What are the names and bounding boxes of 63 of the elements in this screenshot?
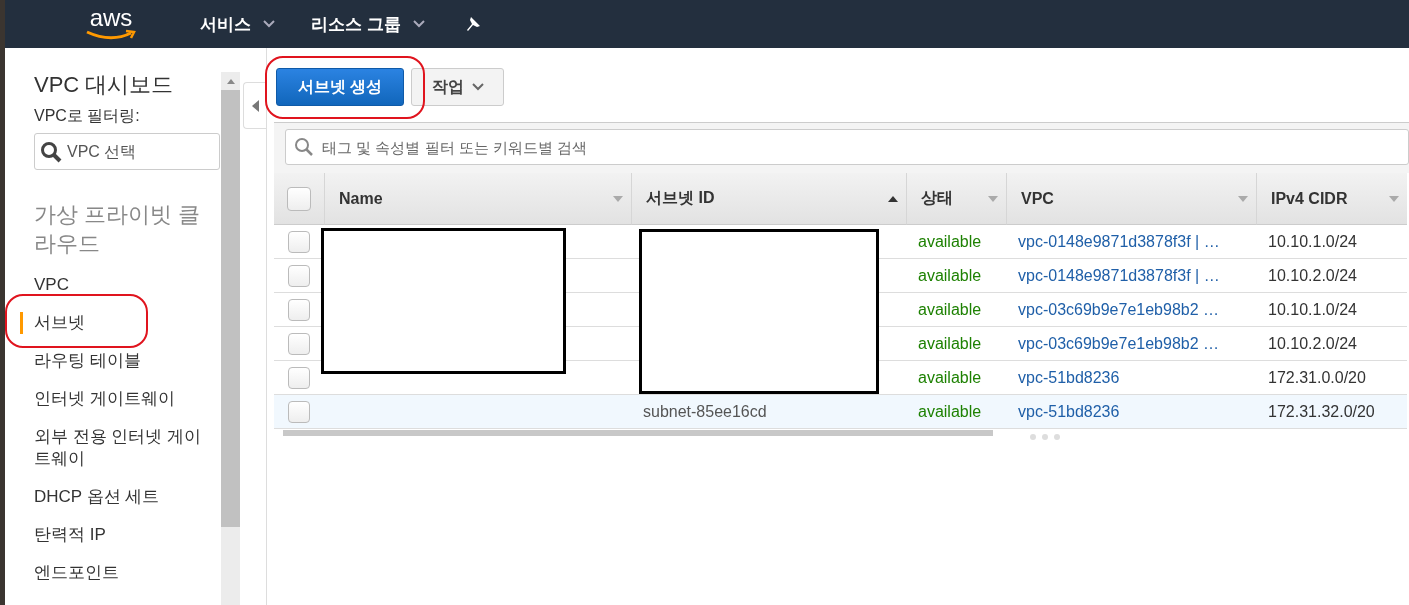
table-cell: subnet-85ee16cd — [643, 402, 767, 421]
sidebar-item[interactable]: 서브넷 — [20, 312, 214, 334]
table-cell: 10.10.1.0/24 — [1268, 300, 1357, 319]
row-checkbox[interactable] — [288, 332, 310, 355]
sidebar-item[interactable]: 엔드포인트 — [20, 562, 214, 584]
row-checkbox[interactable] — [288, 298, 310, 321]
search-icon — [294, 137, 314, 157]
collapse-button[interactable] — [243, 82, 266, 129]
vpc-link[interactable]: vpc-0148e9871d3878f3f | … — [1018, 266, 1220, 285]
status-text: available — [918, 232, 982, 251]
sidebar-item[interactable]: VPC — [20, 274, 214, 296]
row-checkbox[interactable] — [288, 366, 310, 389]
caret-left-icon — [251, 99, 259, 112]
chevron-down-icon — [412, 20, 425, 28]
table-cell: 10.10.1.0/24 — [1268, 232, 1357, 251]
horizontal-scrollbar[interactable] — [283, 430, 993, 436]
vpc-link[interactable]: vpc-03c69b9e7e1eb98b2 … — [1018, 300, 1220, 319]
create-subnet-button[interactable]: 서브넷 생성 — [276, 68, 404, 106]
nav-menu[interactable]: 리소스 그룹 — [311, 12, 425, 36]
table-cell: 10.10.2.0/24 — [1268, 266, 1357, 285]
vpc-link[interactable]: vpc-0148e9871d3878f3f | … — [1018, 232, 1220, 251]
status-text: available — [918, 368, 982, 387]
table-cell: 10.10.2.0/24 — [1268, 334, 1357, 353]
aws-logo[interactable]: aws — [89, 7, 133, 29]
vpc-link[interactable]: vpc-51bd8236 — [1018, 402, 1120, 421]
column-header[interactable]: 서브넷 ID — [631, 173, 906, 225]
section-heading: 가상 프라이빗 클라우드 — [34, 201, 202, 258]
status-text: available — [918, 266, 982, 285]
status-text: available — [918, 402, 982, 421]
filter-label: VPC로 필터링: — [34, 106, 141, 126]
more-dots-icon — [1028, 433, 1062, 441]
scrollbar[interactable] — [221, 72, 240, 605]
actions-button[interactable]: 작업 — [411, 68, 504, 106]
chevron-down-icon — [471, 83, 484, 91]
row-checkbox[interactable] — [288, 400, 310, 423]
row-checkbox[interactable] — [288, 230, 310, 253]
column-header[interactable]: VPC — [1006, 173, 1256, 225]
scroll-up-icon[interactable] — [226, 78, 235, 84]
column-header[interactable]: 상태 — [906, 173, 1006, 225]
select-all-checkbox[interactable] — [287, 186, 311, 211]
column-header[interactable]: IPv4 CIDR — [1256, 173, 1407, 225]
chevron-down-icon — [263, 20, 275, 28]
search-icon — [40, 141, 62, 163]
status-text: available — [918, 300, 982, 319]
nav-menu[interactable]: 서비스 — [200, 12, 275, 36]
pin-icon[interactable] — [464, 16, 481, 32]
vpc-link[interactable]: vpc-03c69b9e7e1eb98b2 … — [1018, 334, 1220, 353]
table-cell: 172.31.0.0/20 — [1268, 368, 1366, 387]
status-text: available — [918, 334, 982, 353]
vpc-select-field[interactable]: VPC 선택 — [34, 133, 220, 170]
table-cell: 172.31.32.0/20 — [1268, 402, 1375, 421]
search-field[interactable]: 태그 및 속성별 필터 또는 키워드별 검색 — [285, 129, 1409, 165]
sidebar-item[interactable]: 라우팅 테이블 — [20, 350, 214, 372]
table-row[interactable]: subnet-85ee16cd available vpc-51bd8236 172.31.32.0/20 — [274, 395, 1407, 429]
sidebar-item[interactable]: 외부 전용 인터넷 게이트웨이 — [20, 426, 214, 470]
sidebar-item[interactable]: DHCP 옵션 세트 — [20, 486, 214, 508]
row-checkbox[interactable] — [288, 264, 310, 287]
smile-arrow-icon — [85, 29, 137, 41]
sidebar-item[interactable]: 탄력적 IP — [20, 524, 214, 546]
column-header[interactable]: Name — [324, 173, 631, 225]
vpc-link[interactable]: vpc-51bd8236 — [1018, 368, 1120, 387]
sidebar-item[interactable]: 인터넷 게이트웨이 — [20, 388, 214, 410]
sidebar-title: VPC 대시보드 — [34, 71, 175, 99]
